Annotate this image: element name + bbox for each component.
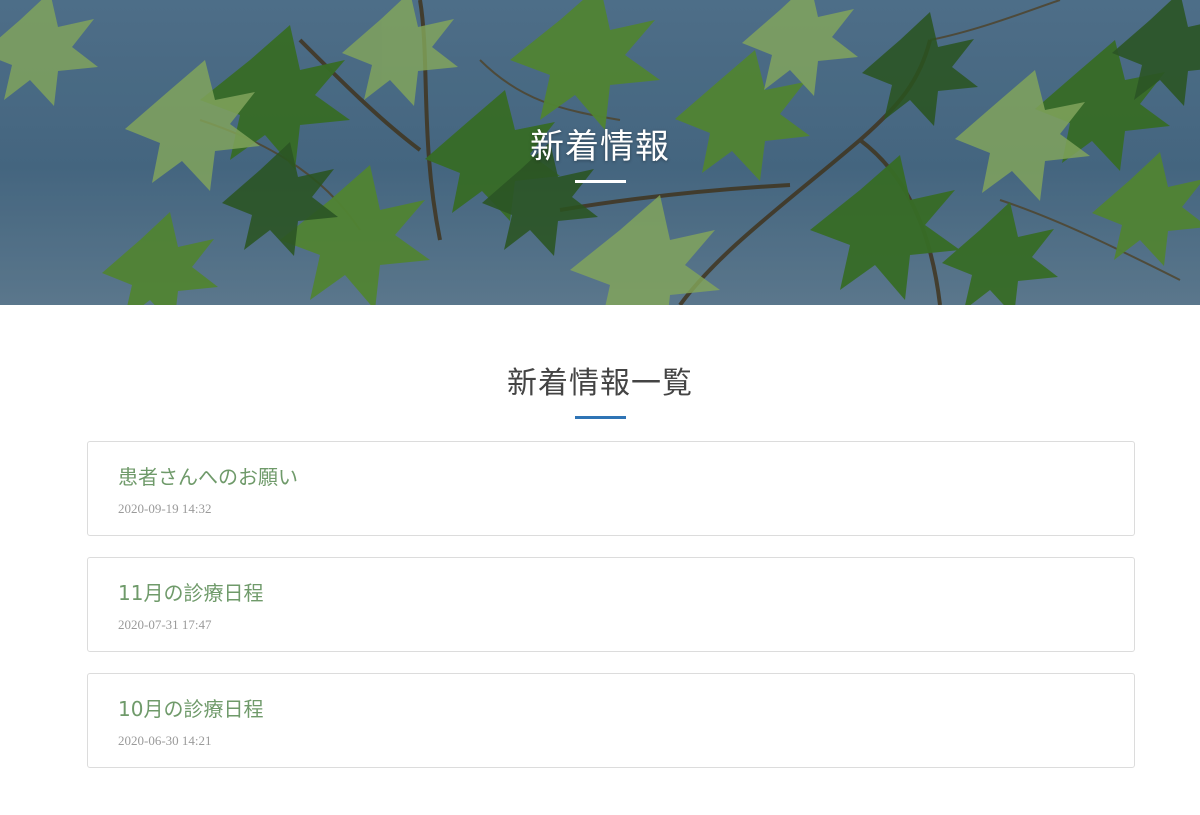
news-item-date: 2020-09-19 14:32 xyxy=(118,501,212,516)
hero-banner: 新着情報 xyxy=(0,0,1200,305)
news-item[interactable]: 10月の診療日程 2020-06-30 14:21 xyxy=(87,673,1135,768)
news-item[interactable]: 11月の診療日程 2020-07-31 17:47 xyxy=(87,557,1135,652)
hero-title-underline xyxy=(575,180,626,183)
section-title: 新着情報一覧 xyxy=(507,366,693,401)
news-list: 患者さんへのお願い 2020-09-19 14:32 11月の診療日程 2020… xyxy=(87,441,1135,789)
news-item-date: 2020-07-31 17:47 xyxy=(118,617,212,632)
news-item-title[interactable]: 患者さんへのお願い xyxy=(118,462,1104,492)
news-item-title[interactable]: 10月の診療日程 xyxy=(118,694,1104,724)
section-title-underline xyxy=(575,416,626,419)
news-item[interactable]: 患者さんへのお願い 2020-09-19 14:32 xyxy=(87,441,1135,536)
news-item-title[interactable]: 11月の診療日程 xyxy=(118,578,1104,608)
news-item-date: 2020-06-30 14:21 xyxy=(118,733,212,748)
page-title: 新着情報 xyxy=(530,127,670,167)
